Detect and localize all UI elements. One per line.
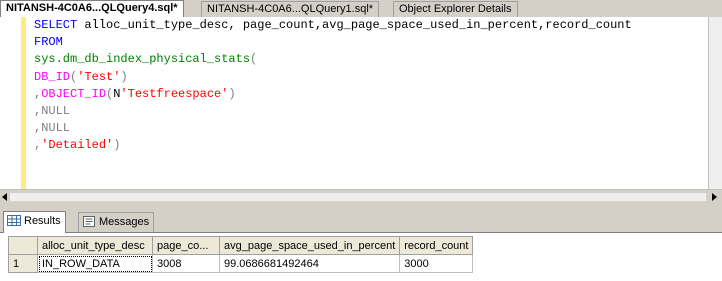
query-editor[interactable]: SELECT alloc_unit_type_desc, page_count,… <box>0 17 708 189</box>
sql-code[interactable]: SELECT alloc_unit_type_desc, page_count,… <box>34 17 632 155</box>
results-grid[interactable]: alloc_unit_type_desc page_co... avg_page… <box>8 236 474 273</box>
scroll-track[interactable] <box>10 193 706 201</box>
code-line-4: DB_ID('Test') <box>34 69 632 86</box>
change-tracking-margin <box>21 17 26 189</box>
editor-horizontal-scrollbar[interactable] <box>0 189 722 205</box>
tab-messages[interactable]: Messages <box>78 212 155 232</box>
scroll-right-arrow-icon[interactable] <box>712 193 717 201</box>
string-detailed: 'Detailed' <box>41 138 114 153</box>
table-cell[interactable]: 3008 <box>152 254 220 273</box>
results-grid-area: alloc_unit_type_desc page_co... avg_page… <box>0 233 722 281</box>
code-line-8: ,'Detailed') <box>34 137 632 154</box>
keyword-select: SELECT <box>34 18 78 32</box>
code-line-3: sys.dm_db_index_physical_stats( <box>34 51 632 68</box>
string-testfreespace: 'Testfreespace' <box>120 86 229 101</box>
code-line-5: ,OBJECT_ID(N'Testfreespace') <box>34 86 632 103</box>
tab-sqlquery1[interactable]: NITANSH-4C0A6...QLQuery1.sql* <box>201 1 380 17</box>
column-header[interactable]: alloc_unit_type_desc <box>37 236 153 255</box>
tab-object-explorer-details[interactable]: Object Explorer Details <box>393 1 518 17</box>
results-tab-bar: Results Messages <box>0 210 722 233</box>
paren-close: ) <box>228 86 236 101</box>
paren-close: ) <box>113 138 121 153</box>
keyword-null: NULL <box>41 103 71 118</box>
row-number-header[interactable] <box>8 236 38 255</box>
keyword-null: NULL <box>41 121 71 136</box>
table-cell[interactable]: 99.0686681492464 <box>218 254 401 273</box>
row-number[interactable]: 1 <box>8 254 38 273</box>
grid-header-row: alloc_unit_type_desc page_co... avg_page… <box>8 236 474 255</box>
string-test: 'Test' <box>77 69 121 84</box>
table-cell[interactable]: IN_ROW_DATA <box>37 254 153 273</box>
tab-results-label: Results <box>24 215 61 227</box>
function-object-id: OBJECT_ID <box>41 86 107 101</box>
code-line-7: ,NULL <box>34 120 632 137</box>
paren-close: ) <box>120 69 128 84</box>
tab-results[interactable]: Results <box>3 211 66 233</box>
keyword-from: FROM <box>34 35 63 50</box>
code-line-6: ,NULL <box>34 103 632 120</box>
scroll-left-arrow-icon[interactable] <box>2 193 7 201</box>
editor-vertical-scrollbar[interactable] <box>708 17 722 189</box>
select-columns: alloc_unit_type_desc, page_count,avg_pag… <box>77 18 632 32</box>
column-header[interactable]: page_co... <box>152 236 220 255</box>
results-grid-icon <box>7 215 21 226</box>
table-row[interactable]: 1 IN_ROW_DATA 3008 99.0686681492464 3000 <box>8 254 474 273</box>
tab-messages-label: Messages <box>99 216 150 228</box>
tab-sqlquery4[interactable]: NITANSH-4C0A6...QLQuery4.sql* <box>0 0 184 18</box>
code-line-2: FROM <box>34 34 632 51</box>
function-dm-db-index-physical-stats: sys.dm_db_index_physical_stats <box>34 52 251 67</box>
column-header[interactable]: record_count <box>399 236 474 255</box>
function-db-id: DB_ID <box>34 69 71 84</box>
document-tab-bar: NITANSH-4C0A6...QLQuery4.sql* NITANSH-4C… <box>0 0 722 18</box>
column-header[interactable]: avg_page_space_used_in_percent <box>218 236 401 255</box>
messages-icon <box>83 216 95 227</box>
code-line-1: SELECT alloc_unit_type_desc, page_count,… <box>34 17 632 34</box>
paren-open: ( <box>250 52 258 67</box>
table-cell[interactable]: 3000 <box>399 254 474 273</box>
